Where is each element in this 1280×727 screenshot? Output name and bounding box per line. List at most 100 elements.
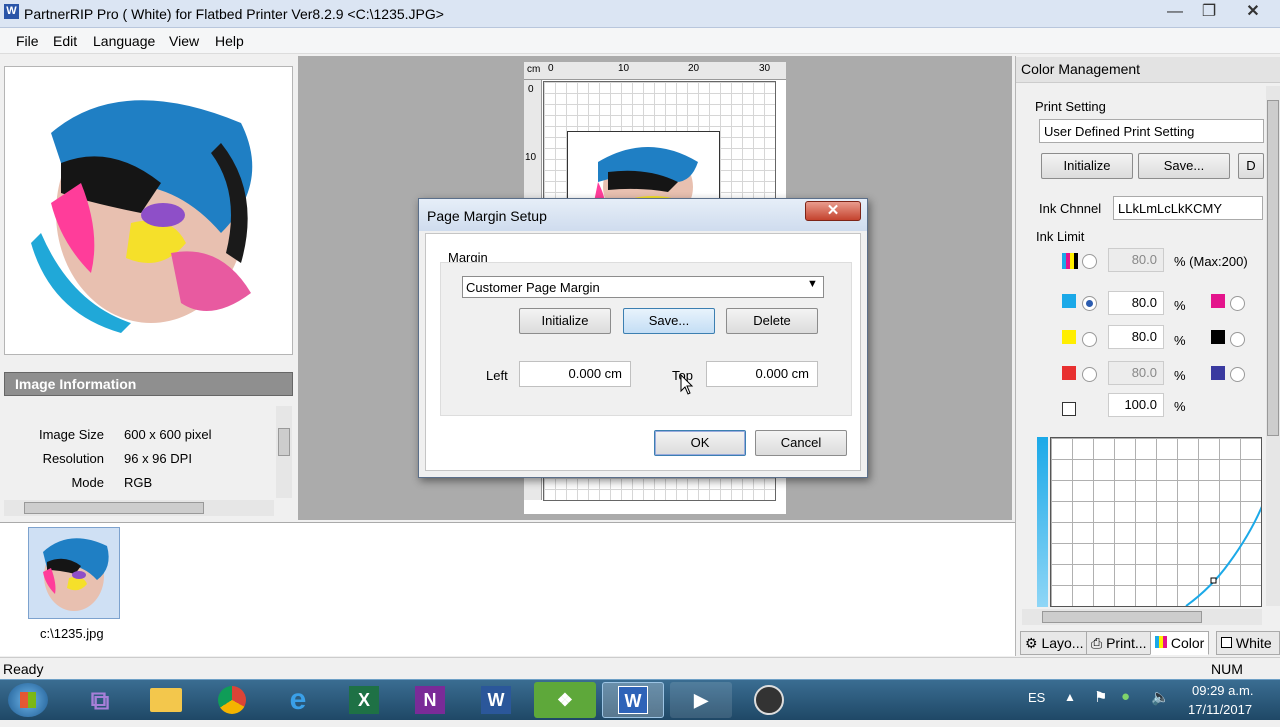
minimize-icon: — [1167, 3, 1183, 20]
mode-value: RGB [124, 475, 153, 490]
top-margin-field[interactable]: 0.000 cm [706, 361, 818, 387]
start-button[interactable] [8, 683, 48, 717]
ok-button[interactable]: OK [654, 430, 746, 456]
word-taskbar-icon[interactable]: W [468, 682, 524, 718]
image-information-header: Image Information [4, 372, 293, 396]
info-horizontal-scrollbar[interactable] [4, 500, 274, 516]
cm-vertical-scrollbar[interactable] [1266, 86, 1280, 606]
visual-studio-taskbar-icon[interactable]: ⧉ [72, 682, 128, 718]
cyan-radio[interactable] [1082, 296, 1097, 311]
tab-print[interactable]: ⎙ Print... [1086, 631, 1152, 655]
ink-channel-select[interactable]: LLkLmLcLkKCMY [1113, 196, 1263, 220]
yellow-radio[interactable] [1082, 332, 1097, 347]
filmora-icon: ▶ [694, 690, 708, 710]
cm-third-button[interactable]: D [1238, 153, 1264, 179]
chrome-taskbar-icon[interactable] [204, 682, 260, 718]
partnerrip-taskbar-icon[interactable]: W [602, 682, 664, 718]
status-text: Ready [3, 661, 44, 677]
cm-scroll-thumb[interactable] [1267, 100, 1279, 436]
onenote-taskbar-icon[interactable]: N [402, 682, 458, 718]
image-size-value: 600 x 600 pixel [124, 427, 212, 442]
menu-language[interactable]: Language [93, 33, 155, 49]
cm-horizontal-scrollbar[interactable] [1022, 609, 1262, 625]
red-ink-field[interactable]: 80.0 [1108, 361, 1164, 385]
input-language-indicator[interactable]: ES [1028, 690, 1045, 705]
scroll-thumb-horizontal[interactable] [24, 502, 204, 514]
restore-icon: ❐ [1201, 3, 1217, 20]
show-hidden-icons-icon[interactable]: ▲ [1064, 690, 1076, 704]
ink-limit-label: Ink Limit [1036, 229, 1085, 244]
close-window-button[interactable]: ✕ [1238, 0, 1268, 24]
obs-taskbar-icon[interactable] [738, 682, 800, 718]
windows-logo-icon [20, 692, 36, 708]
all-inks-color-icon [1062, 253, 1078, 269]
menu-help[interactable]: Help [215, 33, 244, 49]
ruler-top-tick: 10 [618, 63, 630, 74]
maximize-button[interactable]: ❐ [1194, 0, 1224, 24]
black-radio[interactable] [1230, 332, 1245, 347]
left-margin-field[interactable]: 0.000 cm [519, 361, 631, 387]
word-icon: W [481, 686, 511, 714]
blue-radio[interactable] [1230, 367, 1245, 382]
total-ink-field[interactable]: 80.0 [1108, 248, 1164, 272]
save-button[interactable]: Save... [623, 308, 715, 334]
filmora-taskbar-icon[interactable]: ▶ [670, 682, 732, 718]
white-swatch [1062, 402, 1076, 416]
ruler-left-tick: 0 [528, 84, 534, 95]
cm-save-button[interactable]: Save... [1138, 153, 1230, 179]
thumbnail-image [43, 538, 109, 611]
white-box-icon [1221, 637, 1232, 648]
tab-layout[interactable]: ⚙ Layo... [1020, 631, 1089, 655]
ink-curve-graph[interactable] [1050, 437, 1264, 607]
action-center-flag-icon[interactable]: ⚑ [1094, 688, 1107, 706]
excel-taskbar-icon[interactable]: X [336, 682, 392, 718]
ruler-left-tick: 10 [525, 152, 537, 163]
red-radio[interactable] [1082, 367, 1097, 382]
menu-bar: File Edit Language View Help [0, 28, 1280, 54]
page-margin-setup-dialog: Page Margin Setup ✕ Margin Customer Page… [418, 198, 868, 478]
clock-date[interactable]: 17/11/2017 [1188, 702, 1252, 717]
volume-icon[interactable]: 🔈 [1151, 688, 1170, 706]
menu-file[interactable]: File [16, 33, 39, 49]
cm-initialize-button[interactable]: Initialize [1041, 153, 1133, 179]
total-ink-radio[interactable] [1082, 254, 1097, 269]
delete-button[interactable]: Delete [726, 308, 818, 334]
menu-view[interactable]: View [169, 33, 199, 49]
clock-time[interactable]: 09:29 a.m. [1192, 683, 1253, 698]
margin-preset-select[interactable]: Customer Page Margin ▼ [462, 276, 824, 298]
excel-icon: X [349, 686, 379, 714]
internet-explorer-taskbar-icon[interactable]: e [270, 682, 326, 718]
menu-edit[interactable]: Edit [53, 33, 77, 49]
scroll-thumb[interactable] [278, 428, 290, 456]
cm-h-scroll-thumb[interactable] [1042, 611, 1202, 623]
cyan-unit: % [1174, 298, 1186, 313]
file-explorer-taskbar-icon[interactable] [138, 682, 194, 718]
initialize-button[interactable]: Initialize [519, 308, 611, 334]
onenote-icon: N [415, 686, 445, 714]
ruler-top-tick: 20 [688, 63, 700, 74]
cyan-ink-field[interactable]: 80.0 [1108, 291, 1164, 315]
ink-channel-label: Ink Chnnel [1039, 201, 1102, 216]
placed-image[interactable] [567, 131, 720, 206]
print-setting-select[interactable]: User Defined Print Setting [1039, 119, 1264, 143]
info-vertical-scrollbar[interactable] [276, 406, 292, 498]
yellow-ink-field[interactable]: 80.0 [1108, 325, 1164, 349]
tab-color[interactable]: Color [1150, 631, 1210, 655]
folder-icon [150, 688, 182, 712]
obs-icon [754, 685, 784, 715]
dialog-close-button[interactable]: ✕ [805, 201, 861, 221]
white-ink-field[interactable]: 100.0 [1108, 393, 1164, 417]
tab-white[interactable]: White [1216, 631, 1280, 655]
internet-explorer-icon: e [289, 683, 307, 716]
chevron-down-icon: ▼ [807, 278, 818, 290]
thumbnail-item[interactable] [28, 527, 120, 619]
app-green-taskbar-icon[interactable]: ❖ [534, 682, 596, 718]
network-icon[interactable]: ● [1121, 688, 1130, 705]
cancel-button[interactable]: Cancel [755, 430, 847, 456]
dialog-title-bar[interactable]: Page Margin Setup ✕ [419, 199, 867, 231]
magenta-radio[interactable] [1230, 296, 1245, 311]
white-unit: % [1174, 399, 1186, 414]
close-icon: ✕ [826, 202, 840, 219]
status-bar: Ready NUM [0, 657, 1280, 679]
minimize-button[interactable]: — [1160, 0, 1190, 24]
